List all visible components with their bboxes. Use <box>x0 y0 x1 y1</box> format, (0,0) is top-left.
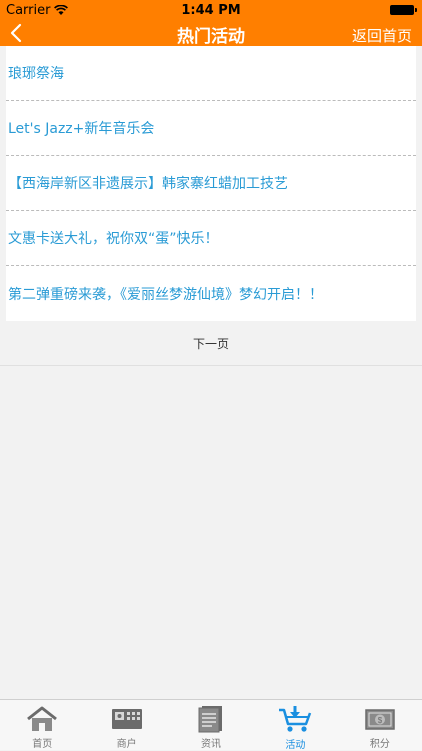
tab-label: 首页 <box>32 739 53 750</box>
status-bar: Carrier 1:44 PM <box>0 0 422 20</box>
news-icon <box>194 704 228 733</box>
tab-home[interactable]: 首页 <box>0 700 84 750</box>
tab-points[interactable]: $ 积分 <box>338 700 422 750</box>
next-page-button[interactable]: 下一页 <box>0 321 422 366</box>
battery-icon <box>390 5 417 15</box>
merchant-icon <box>110 704 144 733</box>
tab-news[interactable]: 资讯 <box>169 700 253 750</box>
main-content: 琅琊祭海 Let's Jazz+新年音乐会 【西海岸新区非遗展示】韩家寨红蜡加工… <box>0 46 422 366</box>
points-icon: $ <box>363 704 397 733</box>
tab-label: 商户 <box>116 739 137 750</box>
tab-label: 资讯 <box>201 739 222 750</box>
navigation-bar: 热门活动 返回首页 <box>0 20 422 47</box>
tab-activity[interactable]: 活动 <box>253 700 337 751</box>
svg-text:$: $ <box>378 716 383 725</box>
home-icon <box>25 704 59 733</box>
activity-item[interactable]: 第二弹重磅来袭，《爱丽丝梦游仙境》梦幻开启！！ <box>6 266 416 321</box>
activity-item[interactable]: 文惠卡送大礼，祝你双“蛋”快乐！ <box>6 211 416 266</box>
tab-merchant[interactable]: 商户 <box>84 700 168 750</box>
activity-list: 琅琊祭海 Let's Jazz+新年音乐会 【西海岸新区非遗展示】韩家寨红蜡加工… <box>6 46 416 321</box>
tab-label: 积分 <box>369 739 390 750</box>
activity-cart-icon <box>278 704 312 734</box>
activity-item[interactable]: 【西海岸新区非遗展示】韩家寨红蜡加工技艺 <box>6 156 416 211</box>
tab-bar: 首页 商户 资讯 活动 $ 积分 <box>0 699 422 751</box>
activity-item[interactable]: 琅琊祭海 <box>6 46 416 101</box>
activity-item[interactable]: Let's Jazz+新年音乐会 <box>6 101 416 156</box>
tab-label: 活动 <box>285 740 306 751</box>
back-to-home-link[interactable]: 返回首页 <box>352 25 412 46</box>
clock: 1:44 PM <box>181 3 241 18</box>
